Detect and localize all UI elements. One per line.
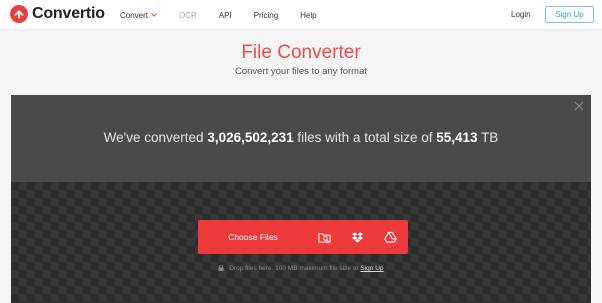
size-unit: TB	[481, 130, 499, 145]
from-computer-button[interactable]	[308, 220, 341, 254]
nav-ocr-label: OCR	[179, 10, 197, 20]
nav-pricing[interactable]: Pricing	[254, 11, 278, 20]
google-drive-icon	[384, 231, 397, 243]
nav-ocr[interactable]: OCR	[179, 11, 197, 20]
brand-name: Convertio	[32, 5, 105, 22]
google-drive-button[interactable]	[374, 220, 407, 254]
drop-note-text: Drop files here. 100 MB maximum file siz…	[229, 265, 359, 272]
drop-note: Drop files here. 100 MB maximum file siz…	[11, 265, 591, 272]
lock-icon	[218, 265, 224, 272]
page-title: File Converter	[241, 42, 361, 63]
nav-api-label: API	[218, 10, 232, 20]
logo[interactable]: Convertio	[10, 5, 105, 23]
page-subtitle: Convert your files to any format	[235, 66, 367, 77]
nav-convert-label: Convert	[120, 10, 149, 20]
main-nav: Convert OCR API Pricing Help	[120, 0, 339, 30]
upload-bar: Choose Files	[198, 220, 408, 254]
drop-note-signup-link[interactable]: Sign Up	[360, 265, 383, 272]
files-count: 3,026,502,231	[207, 130, 294, 145]
dropbox-button[interactable]	[341, 220, 374, 254]
dropbox-icon	[351, 231, 364, 242]
total-size: 55,413	[436, 130, 478, 145]
nav-convert[interactable]: Convert	[120, 11, 157, 20]
folder-search-icon	[318, 232, 331, 243]
top-header: Convertio Convert OCR API Pricing Help L…	[0, 0, 602, 30]
conversion-stats: We've converted 3,026,502,231 files with…	[11, 130, 591, 145]
converter-panel: We've converted 3,026,502,231 files with…	[11, 95, 591, 303]
close-icon[interactable]	[574, 101, 584, 111]
stats-middle: files with a total size of	[297, 130, 433, 145]
nav-pricing-label: Pricing	[253, 10, 279, 20]
chevron-down-icon	[151, 13, 157, 17]
stats-banner: We've converted 3,026,502,231 files with…	[11, 95, 591, 182]
nav-api[interactable]: API	[219, 11, 232, 20]
login-link[interactable]: Login	[511, 10, 531, 19]
nav-help-label: Help	[300, 10, 317, 20]
convertio-logo-icon	[10, 5, 28, 23]
nav-help[interactable]: Help	[300, 11, 316, 20]
stats-prefix: We've converted	[103, 130, 204, 145]
signup-button[interactable]: Sign Up	[545, 6, 594, 23]
choose-files-button[interactable]: Choose Files	[198, 220, 308, 254]
